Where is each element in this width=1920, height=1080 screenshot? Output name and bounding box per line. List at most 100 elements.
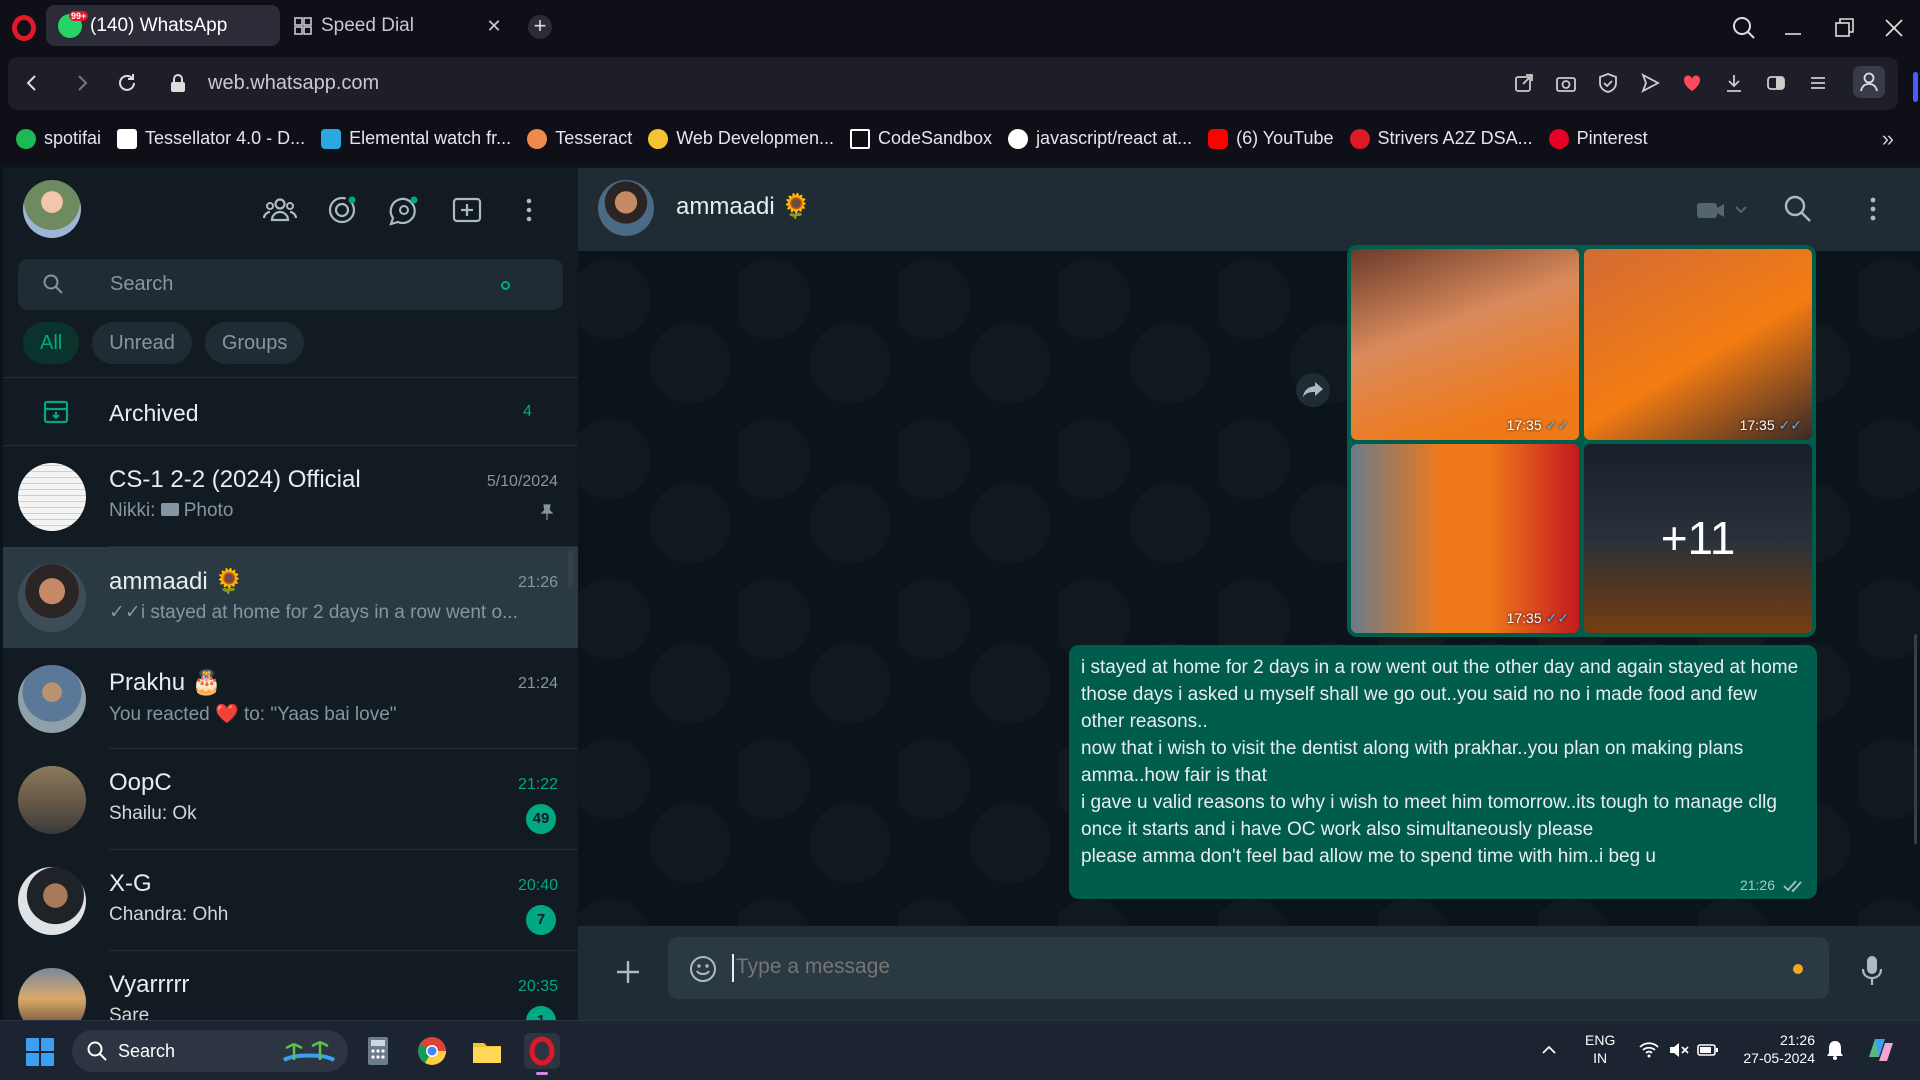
reload-icon[interactable]	[115, 71, 139, 95]
opera-taskbar-button[interactable]	[524, 1033, 560, 1075]
photo-thumbnail-more[interactable]: +11	[1584, 444, 1812, 633]
photo-thumbnail[interactable]: 17:35 ✓✓	[1351, 249, 1579, 440]
share-icon[interactable]	[1512, 71, 1536, 95]
status-icon[interactable]	[324, 192, 360, 228]
forward-icon[interactable]	[1296, 373, 1330, 407]
photo-thumbnail[interactable]: 17:35 ✓✓	[1584, 249, 1812, 440]
chat-row-oopc[interactable]: OopC 21:22 Shailu: Ok 49	[3, 749, 578, 850]
message-time: 21:26	[1739, 877, 1775, 893]
emoji-icon[interactable]	[688, 954, 718, 984]
copilot-icon[interactable]	[1863, 1033, 1897, 1067]
forward-icon[interactable]	[70, 71, 94, 95]
close-window-icon[interactable]	[1876, 10, 1912, 46]
back-icon[interactable]	[20, 71, 44, 95]
opera-logo-icon[interactable]	[12, 14, 36, 41]
chat-row-cs1[interactable]: CS-1 2-2 (2024) Official 5/10/2024 Nikki…	[3, 446, 578, 547]
lang-code: ENG	[1585, 1032, 1616, 1048]
bookmark-spotifai[interactable]: spotifai	[16, 128, 101, 149]
conversation-scrollbar[interactable]	[1910, 334, 1920, 1009]
bookmark-label: Elemental watch fr...	[349, 128, 512, 148]
bookmark-tesseract[interactable]: Tesseract	[527, 128, 632, 149]
chat-row-ammaadi[interactable]: ammaadi 🌻 21:26 ✓✓i stayed at home for 2…	[3, 547, 578, 648]
chat-name-text: ammaadi	[109, 568, 208, 595]
windows-start-icon[interactable]	[25, 1037, 55, 1067]
settings-menu-icon[interactable]	[1806, 71, 1830, 95]
chrome-icon[interactable]	[414, 1033, 450, 1069]
search-input[interactable]: Search	[18, 259, 563, 310]
search-tabs-icon[interactable]	[1726, 10, 1762, 46]
new-chat-icon[interactable]	[449, 192, 485, 228]
url-text[interactable]: web.whatsapp.com	[208, 72, 379, 95]
communities-icon[interactable]	[262, 192, 298, 228]
photo-thumbnail[interactable]: 17:35 ✓✓	[1351, 444, 1579, 633]
send-icon[interactable]	[1638, 71, 1662, 95]
filter-all[interactable]: All	[23, 322, 80, 364]
contact-name[interactable]: ammaadi 🌻	[676, 192, 811, 221]
chat-row-x-g[interactable]: X-G 20:40 Chandra: Ohh 7	[3, 850, 578, 951]
contact-avatar[interactable]	[598, 180, 654, 236]
lock-icon[interactable]	[166, 71, 190, 95]
message-composer	[578, 926, 1920, 1020]
more-bookmarks-icon[interactable]: »	[1882, 126, 1894, 152]
volume-muted-icon[interactable]	[1668, 1041, 1690, 1059]
outgoing-message[interactable]: i stayed at home for 2 days in a row wen…	[1069, 645, 1817, 899]
chat-list-header	[3, 168, 578, 251]
bookmark-github[interactable]: javascript/react at...	[1008, 128, 1192, 149]
bookmark-tessellator[interactable]: Tessellator 4.0 - D...	[117, 128, 305, 149]
attach-plus-icon[interactable]	[614, 958, 642, 986]
system-clock[interactable]: 21:26 27-05-2024	[1735, 1031, 1815, 1067]
my-profile-avatar[interactable]	[23, 180, 81, 238]
menu-icon[interactable]	[1866, 194, 1880, 224]
address-bar[interactable]: web.whatsapp.com	[8, 57, 1918, 110]
bookmark-web-dev[interactable]: Web Developmen...	[648, 128, 834, 149]
new-tab-button[interactable]: +	[528, 15, 552, 39]
message-input-box[interactable]	[668, 937, 1829, 999]
camera-icon[interactable]	[1554, 71, 1578, 95]
photo-time: 17:35 ✓✓	[1506, 417, 1569, 433]
chat-list-scrollbar[interactable]	[568, 550, 573, 588]
bookmark-youtube[interactable]: (6) YouTube	[1208, 128, 1334, 149]
chat-time: 21:26	[517, 574, 558, 591]
menu-icon[interactable]	[511, 192, 547, 228]
bookmark-codesandbox[interactable]: CodeSandbox	[849, 128, 992, 149]
message-input[interactable]	[736, 955, 1736, 979]
chevron-up-icon[interactable]	[1540, 1041, 1558, 1059]
wifi-icon[interactable]	[1638, 1041, 1660, 1059]
media-album[interactable]: 17:35 ✓✓ 17:35 ✓✓ 17:35 ✓✓ +11	[1347, 245, 1816, 637]
avatar	[18, 665, 86, 733]
bookmark-pinterest[interactable]: Pinterest	[1548, 128, 1648, 149]
notification-bell-icon[interactable]	[1825, 1039, 1845, 1061]
bookmark-strivers[interactable]: Strivers A2Z DSA...	[1349, 128, 1533, 149]
language-indicator[interactable]: ENG IN	[1585, 1031, 1615, 1067]
chat-row-vyarrrrr[interactable]: Vyarrrrr 20:35 Sare 1	[3, 951, 578, 1020]
channels-icon[interactable]	[386, 192, 422, 228]
search-icon[interactable]	[1783, 194, 1813, 224]
file-explorer-icon[interactable]	[469, 1033, 505, 1069]
bookmark-elemental[interactable]: Elemental watch fr...	[321, 128, 511, 149]
chat-row-prakhu[interactable]: Prakhu 🎂 21:24 You reacted ❤️ to: "Yaas …	[3, 648, 578, 749]
profile-button[interactable]	[1853, 66, 1885, 98]
microphone-icon[interactable]	[1861, 954, 1883, 988]
tab-speed-dial[interactable]: Speed Dial ✕	[281, 5, 515, 46]
filter-groups[interactable]: Groups	[204, 322, 305, 364]
conversation-header[interactable]: ammaadi 🌻	[578, 168, 1920, 251]
video-call-icon[interactable]	[1696, 198, 1748, 222]
bookmark-label: Tessellator 4.0 - D...	[145, 128, 306, 148]
easy-setup-icon[interactable]	[1764, 71, 1788, 95]
tab-whatsapp[interactable]: 99+ (140) WhatsApp	[46, 5, 280, 46]
favicon-badge: 99+	[69, 10, 89, 21]
adblock-shield-icon[interactable]	[1596, 71, 1620, 95]
minimize-icon[interactable]	[1775, 10, 1811, 46]
message-line: please amma don't feel bad allow me to s…	[1081, 846, 1656, 867]
battery-icon[interactable]	[1697, 1041, 1719, 1059]
avatar	[18, 463, 86, 531]
taskbar-search[interactable]: Search	[72, 1030, 348, 1072]
heart-icon[interactable]	[1680, 71, 1704, 95]
restore-icon[interactable]	[1826, 10, 1862, 46]
calculator-icon[interactable]	[360, 1033, 396, 1069]
archived-row[interactable]: Archived 4	[3, 378, 578, 446]
close-tab-icon[interactable]: ✕	[483, 15, 505, 37]
download-icon[interactable]	[1722, 71, 1746, 95]
search-icon	[87, 1041, 107, 1061]
filter-unread[interactable]: Unread	[92, 322, 192, 364]
